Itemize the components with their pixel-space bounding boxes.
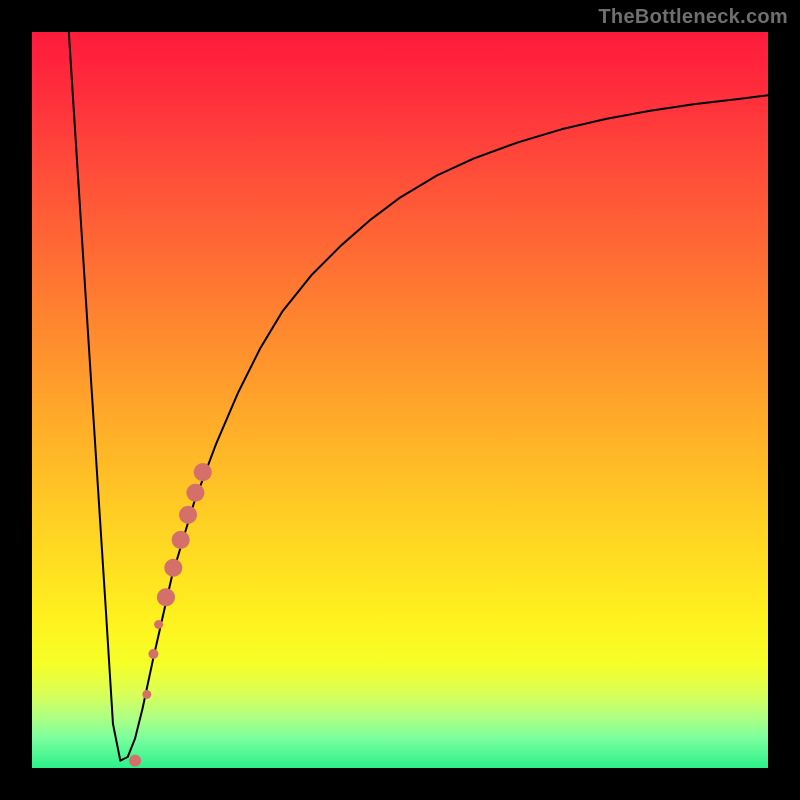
curve-line: [69, 32, 768, 761]
chart-frame: TheBottleneck.com: [0, 0, 800, 800]
data-marker: [164, 559, 182, 577]
chart-svg: [32, 32, 768, 768]
bottleneck-curve: [69, 32, 768, 761]
data-marker: [142, 690, 151, 699]
data-markers: [129, 463, 212, 767]
data-marker: [154, 620, 163, 629]
plot-area: [32, 32, 768, 768]
data-marker: [179, 506, 197, 524]
data-marker: [172, 531, 190, 549]
data-marker: [186, 484, 204, 502]
data-marker: [157, 588, 175, 606]
data-marker: [148, 649, 158, 659]
data-marker: [194, 463, 212, 481]
data-marker: [129, 755, 141, 767]
watermark-text: TheBottleneck.com: [598, 6, 788, 29]
